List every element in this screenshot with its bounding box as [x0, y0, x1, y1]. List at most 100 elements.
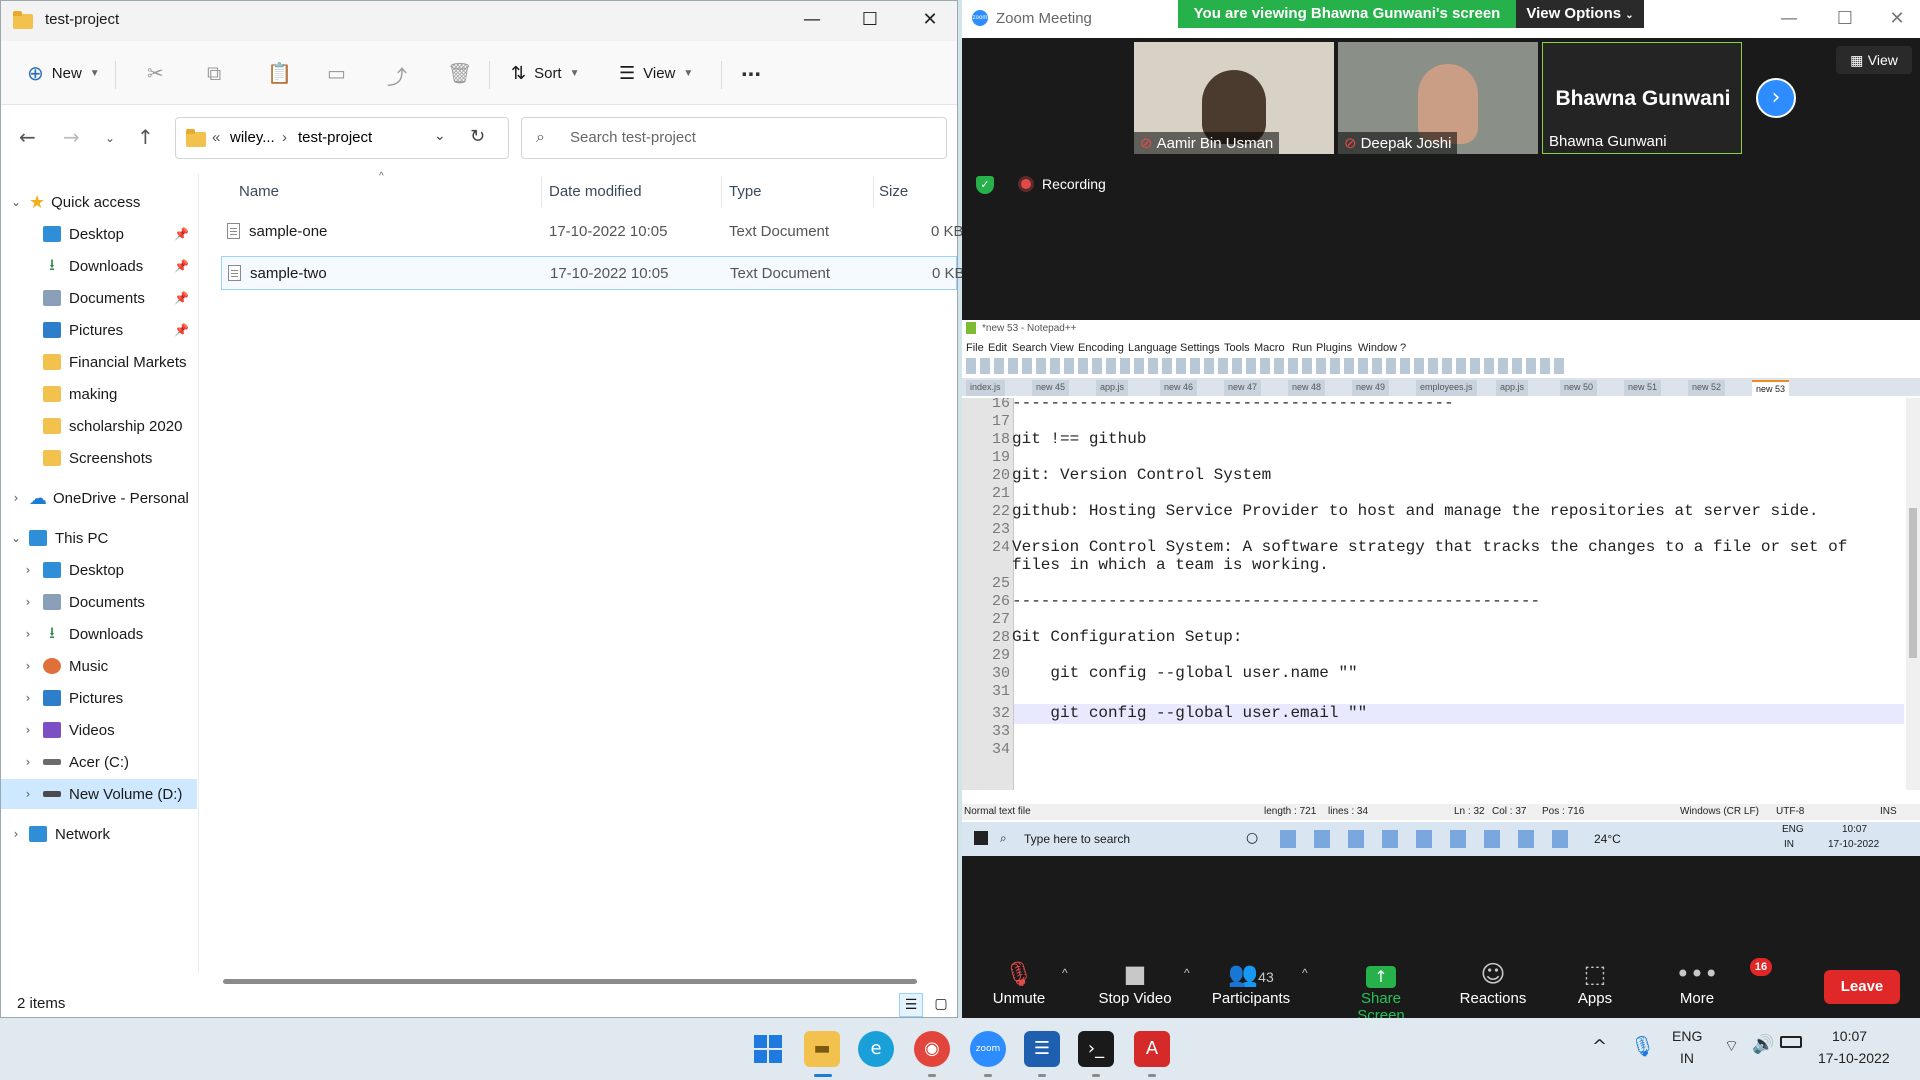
column-divider[interactable] [541, 177, 542, 207]
copy-icon[interactable]: ⧉ [207, 61, 221, 85]
forward-arrow-icon[interactable]: → [63, 125, 80, 149]
acrobat-icon[interactable]: A [1134, 1031, 1170, 1067]
minimize-button[interactable]: — [1766, 0, 1812, 38]
volume-icon[interactable]: 🔊 [1752, 1034, 1774, 1055]
npp-tab[interactable]: new 48 [1288, 380, 1326, 396]
chrome-icon[interactable]: ◉ [914, 1031, 950, 1067]
nav-pc-drive-d[interactable]: › New Volume (D:) [1, 779, 197, 809]
view-button[interactable]: ☰ View ▼ [619, 57, 693, 89]
battery-icon[interactable] [1780, 1036, 1802, 1048]
maximize-button[interactable]: ☐ [847, 1, 893, 39]
npp-tab[interactable]: new 46 [1160, 380, 1198, 396]
microphone-icon[interactable]: 🎙 [1630, 1034, 1655, 1058]
menu-window[interactable]: Window [1358, 342, 1397, 354]
file-explorer-icon[interactable]: ▬ [804, 1031, 840, 1067]
npp-tab[interactable]: new 50 [1560, 380, 1598, 396]
paste-icon[interactable]: 📋 [267, 61, 292, 85]
menu-file[interactable]: File [966, 342, 984, 354]
nav-qa-financial-markets[interactable]: Financial Markets [1, 347, 197, 377]
new-button[interactable]: ⊕ New ▼ [27, 57, 100, 89]
breadcrumb-current[interactable]: test-project [298, 129, 372, 146]
close-button[interactable]: ✕ [1874, 0, 1920, 38]
npp-tab[interactable]: app.js [1096, 380, 1129, 396]
maximize-button[interactable]: ☐ [1822, 0, 1868, 38]
next-page-arrow-icon[interactable]: › [1756, 78, 1796, 118]
reactions-button[interactable]: ☺ Reactions [1448, 960, 1538, 1007]
nav-qa-downloads[interactable]: ⭳ Downloads 📌 [1, 251, 197, 281]
column-size[interactable]: Size [879, 183, 908, 200]
menu-tools[interactable]: Tools [1224, 342, 1250, 354]
menu-macro[interactable]: Macro [1254, 342, 1285, 354]
apps-button[interactable]: ⬚ Apps [1550, 960, 1640, 1007]
more-options-icon[interactable]: ... [741, 55, 761, 83]
column-date-modified[interactable]: Date modified [549, 183, 642, 200]
breadcrumb-overflow[interactable]: « [212, 129, 220, 146]
clock-time[interactable]: 10:07 [1832, 1028, 1867, 1044]
language-indicator[interactable]: ENG [1672, 1028, 1702, 1044]
participant-video[interactable]: ⊘ Aamir Bin Usman [1134, 42, 1334, 154]
address-dropdown-icon[interactable]: ⌄ [434, 128, 446, 144]
nav-quick-access[interactable]: ⌄ ★ Quick access [1, 187, 197, 217]
nav-qa-documents[interactable]: Documents 📌 [1, 283, 197, 313]
windows-start-icon[interactable] [750, 1031, 786, 1067]
nav-pc-videos[interactable]: › Videos [1, 715, 197, 745]
nav-pc-desktop[interactable]: › Desktop [1, 555, 197, 585]
menu-run[interactable]: Run [1292, 342, 1312, 354]
npp-tab[interactable]: new 51 [1624, 380, 1662, 396]
menu-search[interactable]: Search [1012, 342, 1047, 354]
nav-this-pc[interactable]: ⌄ This PC [1, 523, 197, 553]
npp-toolbar[interactable] [966, 358, 1566, 374]
thumbnail-view-icon[interactable]: ▢ [929, 993, 953, 1017]
menu-language[interactable]: Language [1128, 342, 1177, 354]
nav-pc-documents[interactable]: › Documents [1, 587, 197, 617]
menu-edit[interactable]: Edit [988, 342, 1007, 354]
notepad-icon[interactable]: ☰ [1024, 1031, 1060, 1067]
details-view-icon[interactable]: ☰ [899, 993, 923, 1017]
npp-tab[interactable]: app.js [1496, 380, 1529, 396]
menu-help[interactable]: ? [1400, 342, 1406, 354]
leave-button[interactable]: Leave [1824, 970, 1900, 1004]
up-arrow-icon[interactable]: ↑ [137, 125, 154, 149]
caret-up-icon[interactable]: ^ [1302, 966, 1308, 980]
scrollbar-thumb[interactable] [1909, 508, 1917, 658]
editor-area[interactable]: 16 --------------------------------------… [962, 398, 1906, 790]
npp-tab[interactable]: index.js [966, 380, 1005, 396]
nav-pc-drive-c[interactable]: › Acer (C:) [1, 747, 197, 777]
vertical-scrollbar[interactable] [1906, 398, 1920, 790]
npp-tab[interactable]: new 45 [1032, 380, 1070, 396]
npp-tab[interactable]: new 52 [1688, 380, 1726, 396]
share-screen-button[interactable]: ↑ Share Screen [1336, 960, 1426, 1024]
participant-video-active[interactable]: Bhawna Gunwani Bhawna Gunwani [1542, 42, 1742, 154]
participant-video[interactable]: ⊘ Deepak Joshi [1338, 42, 1538, 154]
horizontal-scrollbar[interactable] [223, 979, 917, 984]
file-row[interactable]: sample-one 17-10-2022 10:05 Text Documen… [221, 215, 964, 249]
menu-plugins[interactable]: Plugins [1316, 342, 1352, 354]
nav-qa-pictures[interactable]: Pictures 📌 [1, 315, 197, 345]
file-row[interactable]: sample-two 17-10-2022 10:05 Text Documen… [221, 256, 965, 290]
nav-network[interactable]: › Network [1, 819, 197, 849]
edge-icon[interactable]: e [858, 1031, 894, 1067]
npp-tab-active[interactable]: new 53 [1752, 380, 1790, 396]
terminal-icon[interactable]: ›_ [1078, 1031, 1114, 1067]
clock-date[interactable]: 17-10-2022 [1818, 1050, 1890, 1066]
column-type[interactable]: Type [729, 183, 762, 200]
caret-up-icon[interactable]: ^ [1062, 966, 1068, 980]
recent-chevron-icon[interactable]: ⌄ [105, 131, 115, 145]
npp-tab[interactable]: new 49 [1352, 380, 1390, 396]
nav-onedrive[interactable]: › ☁ OneDrive - Personal [1, 483, 197, 513]
back-arrow-icon[interactable]: ← [19, 125, 36, 149]
nav-pc-music[interactable]: › Music [1, 651, 197, 681]
nav-pc-pictures[interactable]: › Pictures [1, 683, 197, 713]
nav-qa-desktop[interactable]: Desktop 📌 [1, 219, 197, 249]
address-bar[interactable]: « wiley... › test-project ⌄ ↻ [175, 117, 509, 159]
menu-view[interactable]: View [1050, 342, 1074, 354]
stop-video-button[interactable]: ■ Stop Video [1090, 960, 1180, 1007]
cut-icon[interactable]: ✂ [147, 61, 164, 85]
nav-qa-screenshots[interactable]: Screenshots [1, 443, 197, 473]
unmute-button[interactable]: 🎙 Unmute [974, 960, 1064, 1007]
rename-icon[interactable]: ▭ [327, 61, 346, 85]
sort-button[interactable]: ⇅ Sort ▼ [511, 57, 580, 89]
search-input[interactable]: ⌕ Search test-project [521, 117, 947, 159]
view-button[interactable]: ▦ View [1836, 46, 1912, 74]
security-shield-icon[interactable]: ✓ [976, 176, 994, 194]
